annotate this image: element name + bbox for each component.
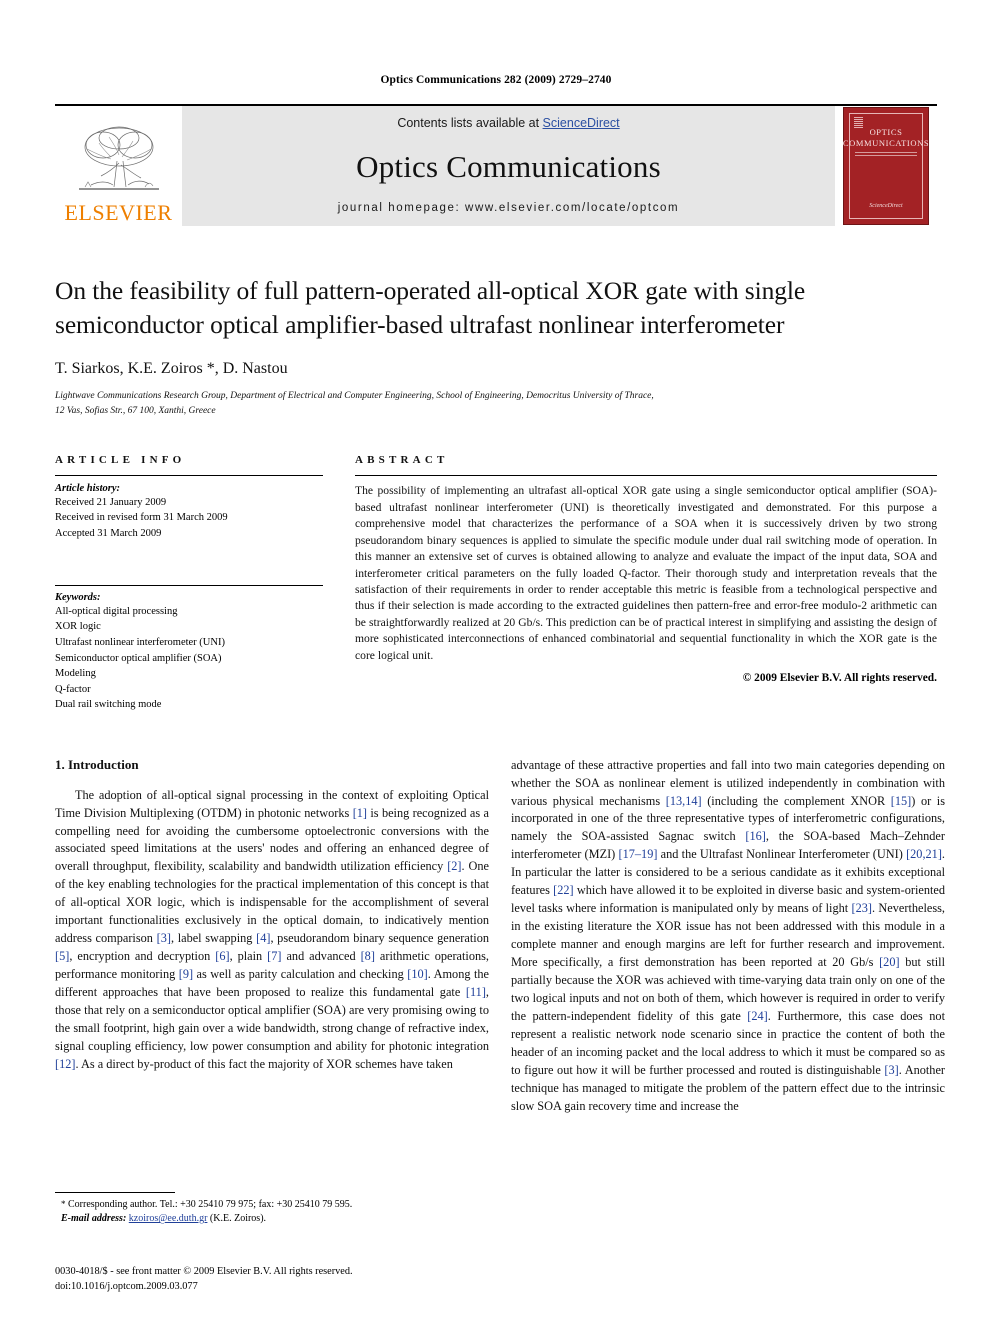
sciencedirect-link[interactable]: ScienceDirect	[543, 116, 620, 130]
cover-inner-frame: OPTICS COMMUNICATIONS ScienceDirect	[843, 113, 929, 219]
introduction-heading: 1. Introduction	[55, 756, 139, 772]
abstract-heading: ABSTRACT	[355, 454, 449, 467]
footnote-marker: *	[61, 1198, 66, 1209]
email-link[interactable]: kzoiros@ee.duth.gr	[129, 1213, 208, 1224]
cover-footer: ScienceDirect	[850, 200, 922, 211]
article-history-heading: Article history:	[55, 483, 121, 495]
elsevier-logo: ELSEVIER	[55, 106, 182, 226]
affiliation: Lightwave Communications Research Group,…	[55, 389, 935, 418]
introduction-paragraph-left: The adoption of all-optical signal proce…	[55, 787, 489, 1071]
body-columns: 1. Introduction The adoption of all-opti…	[55, 757, 945, 1227]
article-info-column: ARTICLE INFO Article history: Received 2…	[55, 454, 345, 712]
abstract-copyright: © 2009 Elsevier B.V. All rights reserved…	[742, 672, 937, 685]
affiliation-line-1: Lightwave Communications Research Group,…	[55, 390, 654, 401]
contents-prefix: Contents lists available at	[397, 116, 543, 130]
footnote-rule	[55, 1191, 175, 1193]
body-column-right: advantage of these attractive properties…	[511, 757, 945, 1227]
keyword-item: All-optical digital processing	[55, 605, 178, 617]
footnote-contact-text: Corresponding author. Tel.: +30 25410 79…	[68, 1198, 353, 1210]
affiliation-line-2: 12 Vas, Sofias Str., 67 100, Xanthi, Gre…	[55, 405, 216, 416]
author-list: T. Siarkos, K.E. Zoiros *, D. Nastou	[55, 359, 288, 377]
page-footer: 0030-4018/$ - see front matter © 2009 El…	[55, 1265, 353, 1295]
keyword-item: Ultrafast nonlinear interferometer (UNI)	[55, 636, 225, 648]
article-history-block: Article history: Received 21 January 200…	[55, 483, 323, 541]
footnote-line-contact: * Corresponding author. Tel.: +30 25410 …	[55, 1198, 489, 1213]
journal-cover-thumbnail[interactable]: OPTICS COMMUNICATIONS ScienceDirect	[835, 106, 937, 226]
keyword-item: XOR logic	[55, 621, 101, 633]
cover-title: OPTICS COMMUNICATIONS	[843, 127, 929, 148]
introduction-paragraph-right: advantage of these attractive properties…	[511, 757, 945, 1113]
info-abstract-band: ARTICLE INFO Article history: Received 2…	[55, 454, 937, 712]
journal-homepage[interactable]: journal homepage: www.elsevier.com/locat…	[338, 202, 679, 214]
cover-title-line1: OPTICS	[869, 127, 903, 137]
keywords-rule	[55, 584, 323, 586]
title-block: On the feasibility of full pattern-opera…	[55, 274, 937, 418]
running-head: Optics Communications 282 (2009) 2729–27…	[380, 74, 612, 86]
cover-subtitle-lines	[855, 152, 917, 158]
article-info-heading: ARTICLE INFO	[55, 454, 186, 467]
cover-sciencedirect-badge: ScienceDirect	[869, 203, 903, 209]
elsevier-tree-icon	[78, 126, 159, 190]
history-item: Received in revised form 31 March 2009	[55, 512, 228, 524]
keyword-item: Semiconductor optical amplifier (SOA)	[55, 652, 222, 664]
footnote-line-email: E-mail address: kzoiros@ee.duth.gr (K.E.…	[55, 1212, 489, 1227]
keyword-item: Q-factor	[55, 683, 91, 695]
keyword-item: Modeling	[55, 668, 96, 680]
abstract-text: The possibility of implementing an ultra…	[355, 484, 937, 662]
journal-title: Optics Communications	[356, 148, 661, 184]
email-label: E-mail address:	[61, 1213, 127, 1225]
cover-elsevier-icon	[854, 117, 863, 128]
keywords-heading: Keywords:	[55, 591, 101, 603]
journal-masthead: ELSEVIER Contents lists available at Sci…	[55, 104, 937, 226]
contents-available-line: Contents lists available at ScienceDirec…	[397, 116, 619, 130]
history-item: Received 21 January 2009	[55, 497, 167, 509]
masthead-band: Contents lists available at ScienceDirec…	[182, 106, 835, 226]
article-info-rule	[55, 475, 323, 477]
abstract-column: ABSTRACT The possibility of implementing…	[345, 454, 937, 712]
email-owner: (K.E. Zoiros).	[209, 1213, 267, 1225]
cover-image: OPTICS COMMUNICATIONS ScienceDirect	[843, 107, 929, 225]
cover-title-line2: COMMUNICATIONS	[842, 137, 930, 148]
elsevier-wordmark: ELSEVIER	[64, 200, 173, 225]
keyword-item: Dual rail switching mode	[55, 699, 162, 711]
article-page: Optics Communications 282 (2009) 2729–27…	[0, 0, 992, 1323]
article-title: On the feasibility of full pattern-opera…	[55, 276, 806, 339]
body-column-left: 1. Introduction The adoption of all-opti…	[55, 757, 489, 1227]
history-item: Accepted 31 March 2009	[55, 527, 162, 539]
issn-copyright-line: 0030-4018/$ - see front matter © 2009 El…	[55, 1266, 353, 1278]
doi-line: doi:10.1016/j.optcom.2009.03.077	[55, 1281, 198, 1293]
corresponding-author-footnote: * Corresponding author. Tel.: +30 25410 …	[55, 1191, 489, 1227]
abstract-rule	[355, 475, 937, 477]
